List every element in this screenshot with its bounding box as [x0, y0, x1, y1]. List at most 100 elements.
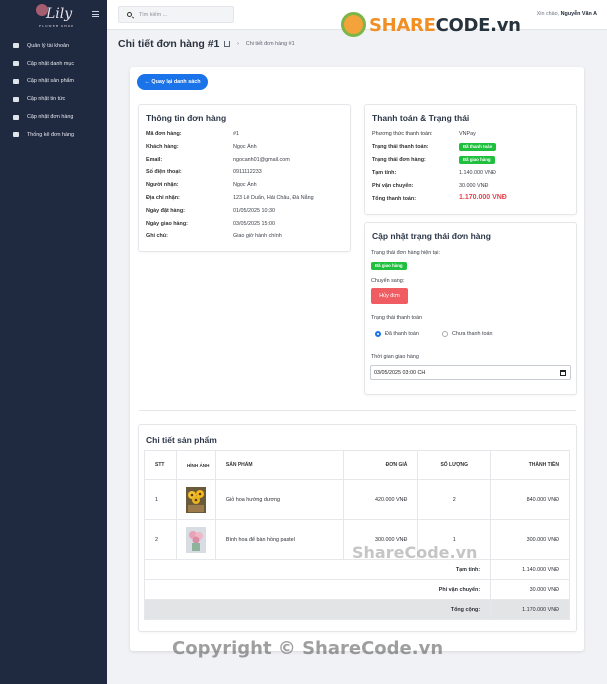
order-field-value: 123 Lê Duẩn, Hải Châu, Đà Nẵng [233, 195, 314, 201]
unpaid-radio-label: Chưa thanh toán [452, 331, 493, 337]
row-total: 300.000 VNĐ [490, 519, 570, 560]
sidebar-item-label: Cập nhật danh mục [27, 60, 75, 67]
sidebar-item-products[interactable]: Cập nhật sản phẩm [0, 73, 107, 91]
move-to-label: Chuyển sang: [371, 278, 405, 284]
table-total-value: 1.170.000 VNĐ [490, 599, 570, 620]
table-row: 1 Giỏ hoa hướng dương 420.000 VNĐ 2 840.… [144, 479, 570, 520]
paid-radio[interactable] [375, 331, 381, 337]
sidebar-item-label: Cập nhật sản phẩm [27, 78, 75, 85]
table-subtotal-value: 1.140.000 VNĐ [490, 559, 570, 580]
total-label: Tổng thanh toán: [372, 196, 417, 202]
page-title: Chi tiết đơn hàng #1 [118, 38, 220, 50]
unpaid-radio[interactable] [442, 331, 448, 337]
chevron-right-icon: › [237, 41, 239, 47]
chart-icon [13, 132, 19, 138]
order-status-label: Trạng thái đơn hàng: [372, 157, 426, 163]
delivery-time-input[interactable]: 03/05/2025 03:00 CH [370, 365, 571, 380]
order-field-label: Địa chỉ nhận: [146, 195, 180, 201]
calendar-icon[interactable] [560, 370, 566, 376]
col-price: ĐƠN GIÁ [342, 450, 419, 480]
order-field-label: Email: [146, 156, 163, 163]
sidebar-item-accounts[interactable]: Quản lý tài khoản [0, 37, 107, 55]
brand-name-b: CODE.vn [435, 15, 521, 36]
col-stt: STT [144, 450, 177, 480]
search-placeholder: Tìm kiếm ... [139, 12, 168, 18]
shipping-value: 30.000 VNĐ [459, 183, 489, 189]
user-greeting[interactable]: Xin chào, Nguyễn Văn A [537, 11, 597, 17]
brand-icon [341, 12, 366, 37]
sidebar-item-news[interactable]: Cập nhật tin tức [0, 90, 107, 108]
order-field-label: Khách hàng: [146, 143, 179, 150]
sidebar-item-categories[interactable]: Cập nhật danh mục [0, 55, 107, 73]
divider [139, 410, 576, 411]
row-total: 840.000 VNĐ [490, 479, 570, 520]
order-field-value: Giao giờ hành chính [233, 233, 282, 240]
search-input[interactable]: Tìm kiếm ... [118, 6, 234, 23]
newspaper-icon [13, 96, 19, 102]
grand-total-row: Tổng cộng: 1.170.000 VNĐ [143, 599, 570, 620]
sidebar-item-label: Cập nhật tin tức [27, 96, 66, 103]
payment-heading: Thanh toán & Trạng thái [372, 113, 470, 123]
box-icon [13, 78, 19, 84]
sidebar-item-stats[interactable]: Thống kê đơn hàng [0, 126, 107, 144]
table-shipping-value: 30.000 VNĐ [490, 579, 570, 600]
order-field-label: Số điện thoại: [146, 169, 182, 176]
sidebar-item-label: Cập nhật đơn hàng [27, 114, 74, 121]
products-table: STT HÌNH ẢNH SẢN PHẨM ĐƠN GIÁ SỐ LƯỢNG T… [143, 450, 570, 620]
row-qty: 2 [417, 479, 492, 520]
sidebar-item-orders[interactable]: Cập nhật đơn hàng [0, 108, 107, 126]
payment-status-field-label: Trạng thái thanh toán [371, 315, 423, 321]
order-field-label: Mã đơn hàng: [146, 131, 182, 137]
row-stt: 2 [144, 519, 177, 560]
paid-radio-label: Đã thanh toán [385, 331, 419, 337]
user-name: Nguyễn Văn A [560, 11, 597, 17]
cart-icon [13, 114, 19, 120]
pink-vase-image [185, 526, 206, 553]
watermark-logo: SHARECODE.vn [340, 10, 521, 42]
subtotal-row: Tạm tính: 1.140.000 VNĐ [143, 559, 570, 580]
row-price: 420.000 VNĐ [342, 479, 419, 520]
cancel-order-button[interactable]: Hủy đơn [371, 288, 408, 304]
sidebar-item-label: Thống kê đơn hàng [27, 131, 74, 138]
logo-text: Lily [46, 6, 73, 22]
shipping-row: Phí vận chuyển: 30.000 VNĐ [143, 579, 570, 600]
breadcrumb-current: Chi tiết đơn hàng #1 [245, 41, 295, 47]
sidebar: Lily FLOWER SHOP Quản lý tài khoản Cập nh… [0, 0, 107, 684]
order-field-value: Ngọc Ánh [233, 182, 257, 189]
payment-method-value: VNPay [459, 131, 476, 137]
col-product: SẢN PHẨM [214, 450, 344, 480]
current-status-label: Trạng thái đơn hàng hiện tại: [371, 250, 440, 256]
order-field-value: 0911112233 [233, 169, 262, 176]
copyright-watermark: Copyright © ShareCode.vn [172, 638, 444, 659]
sunflower-basket-image [185, 486, 206, 513]
subtotal-value: 1.140.000 VNĐ [459, 170, 496, 176]
order-field-label: Ngày giao hàng: [146, 220, 188, 227]
greeting-text: Xin chào, [536, 11, 560, 17]
table-total-label: Tổng cộng: [143, 599, 492, 620]
order-info-heading: Thông tin đơn hàng [146, 113, 227, 123]
logo-subtext: FLOWER SHOP [39, 24, 75, 28]
logo[interactable]: Lily FLOWER SHOP [28, 2, 78, 29]
order-field-value: Ngọc Ánh [233, 143, 257, 150]
payment-status-badge: Đã thanh toán [459, 143, 497, 151]
order-field-label: Ngày đặt hàng: [146, 207, 185, 214]
col-image: HÌNH ẢNH [175, 450, 216, 480]
current-status-badge: Đã giao hàng [371, 262, 407, 270]
payment-method-label: Phương thức thanh toán: [372, 131, 433, 137]
search-icon [127, 12, 132, 17]
menu-toggle-icon[interactable] [92, 11, 99, 17]
order-field-value: ngocanh01@gmail.com [233, 156, 290, 163]
order-field-value: #1 [233, 131, 239, 137]
home-icon[interactable] [224, 41, 230, 47]
back-to-list-button[interactable]: ← Quay lại danh sách [137, 74, 208, 90]
col-total: THÀNH TIỀN [490, 450, 570, 480]
order-field-value: 01/05/2025 10:30 [233, 207, 275, 214]
subtotal-label: Tạm tính: [372, 170, 397, 176]
payment-panel: Thanh toán & Trạng thái Phương thức than… [364, 104, 577, 215]
delivery-time-label: Thời gian giao hàng [371, 354, 419, 360]
row-stt: 1 [144, 479, 177, 520]
payment-status-label: Trạng thái thanh toán: [372, 144, 429, 150]
table-subtotal-label: Tạm tính: [143, 559, 492, 580]
order-field-label: Ghi chú: [146, 233, 168, 240]
sidebar-nav: Quản lý tài khoản Cập nhật danh mục Cập … [0, 37, 107, 144]
